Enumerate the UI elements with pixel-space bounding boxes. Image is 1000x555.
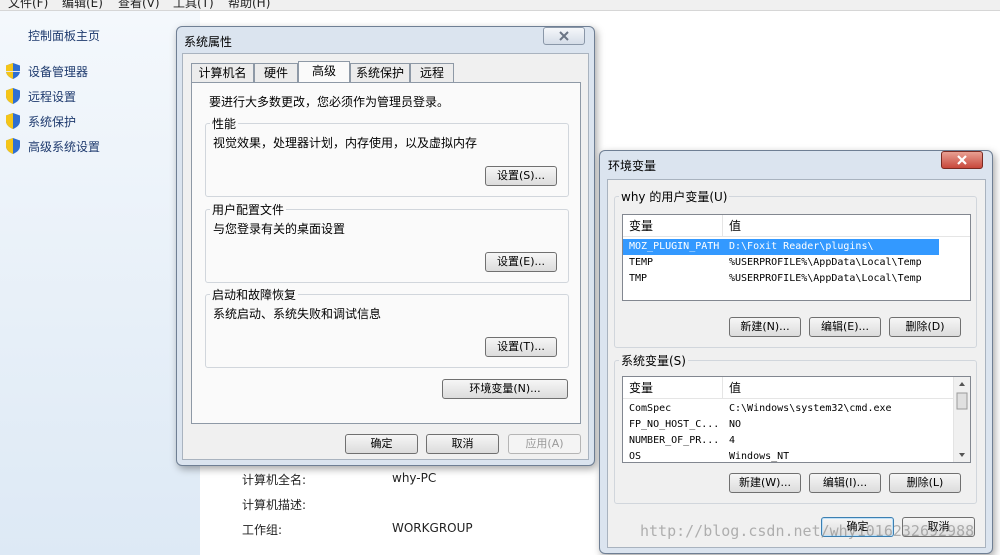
- variable-name: TEMP: [629, 257, 654, 268]
- cancel-button[interactable]: 取消: [426, 434, 499, 454]
- control-panel-sidebar: 控制面板主页 设备管理器 远程设置 系统保护 高级系统设置: [0, 11, 200, 555]
- user-profiles-group: 用户配置文件 与您登录有关的桌面设置 设置(E)...: [205, 201, 569, 283]
- variable-value: %USERPROFILE%\AppData\Local\Temp: [729, 257, 922, 268]
- table-row[interactable]: TEMP %USERPROFILE%\AppData\Local\Temp: [623, 255, 939, 271]
- variable-value: NO: [729, 419, 742, 430]
- admin-shield-icon: [6, 113, 20, 129]
- user-edit-button[interactable]: 编辑(E)...: [809, 317, 881, 337]
- menu-edit[interactable]: 编辑(E): [62, 0, 103, 11]
- column-header-value[interactable]: 值: [723, 215, 970, 237]
- close-icon: [559, 31, 569, 41]
- table-row[interactable]: ComSpec C:\Windows\system32\cmd.exe: [623, 401, 953, 417]
- apply-button[interactable]: 应用(A): [508, 434, 581, 454]
- admin-shield-icon: [6, 63, 20, 79]
- variable-value: D:\Foxit Reader\plugins\: [729, 241, 874, 252]
- tab-computer-name[interactable]: 计算机名: [191, 63, 254, 82]
- user-variables-label: why 的用户变量(U): [619, 188, 730, 205]
- menu-file[interactable]: 文件(F): [8, 0, 48, 11]
- user-profiles-settings-button[interactable]: 设置(E)...: [485, 252, 557, 272]
- performance-settings-button[interactable]: 设置(S)...: [485, 166, 557, 186]
- dialog-body: why 的用户变量(U) 变量 值 MOZ_PLUGIN_PATH D:\Fox…: [607, 179, 986, 548]
- blog-watermark: http://blog.csdn.net/why1016232692988: [640, 522, 975, 540]
- workgroup-label: 工作组:: [242, 523, 283, 537]
- admin-shield-icon: [6, 138, 20, 154]
- user-delete-button[interactable]: 删除(D): [889, 317, 961, 337]
- user-profiles-description: 与您登录有关的桌面设置: [213, 222, 346, 236]
- user-profiles-label: 用户配置文件: [210, 201, 287, 218]
- user-variables-group: why 的用户变量(U) 变量 值 MOZ_PLUGIN_PATH D:\Fox…: [614, 188, 977, 348]
- system-variables-group: 系统变量(S) 变量 值 ComSpec C:\Windows\system32…: [614, 352, 977, 504]
- startup-recovery-label: 启动和故障恢复: [210, 286, 299, 303]
- sidebar-item-remote-settings[interactable]: 远程设置: [28, 88, 76, 105]
- variable-name: MOZ_PLUGIN_PATH: [629, 241, 720, 252]
- tab-system-protection[interactable]: 系统保护: [350, 63, 410, 82]
- dialog-body: 计算机名 硬件 高级 系统保护 远程 要进行大多数更改，您必须作为管理员登录。 …: [182, 53, 589, 460]
- admin-shield-icon: [6, 88, 20, 104]
- system-delete-button[interactable]: 删除(L): [889, 473, 961, 493]
- ok-button[interactable]: 确定: [345, 434, 418, 454]
- startup-recovery-description: 系统启动、系统失败和调试信息: [213, 307, 382, 321]
- tab-remote[interactable]: 远程: [410, 63, 454, 82]
- table-row[interactable]: MOZ_PLUGIN_PATH D:\Foxit Reader\plugins\: [623, 239, 939, 255]
- startup-recovery-settings-button[interactable]: 设置(T)...: [485, 337, 557, 357]
- table-row[interactable]: NUMBER_OF_PR... 4: [623, 433, 953, 449]
- user-variables-list[interactable]: 变量 值 MOZ_PLUGIN_PATH D:\Foxit Reader\plu…: [622, 214, 971, 301]
- variable-name: FP_NO_HOST_C...: [629, 419, 720, 430]
- table-row[interactable]: FP_NO_HOST_C... NO: [623, 417, 953, 433]
- control-panel-home-link[interactable]: 控制面板主页: [28, 27, 100, 44]
- system-variables-list[interactable]: 变量 值 ComSpec C:\Windows\system32\cmd.exe…: [622, 376, 971, 463]
- variable-name: ComSpec: [629, 403, 672, 414]
- performance-group: 性能 视觉效果，处理器计划，内存使用，以及虚拟内存 设置(S)...: [205, 115, 569, 197]
- scrollbar-arrows-icon: [956, 382, 968, 457]
- variable-name: OS: [629, 451, 642, 462]
- admin-note: 要进行大多数更改，您必须作为管理员登录。: [209, 95, 450, 109]
- menu-tools[interactable]: 工具(T): [173, 0, 214, 11]
- performance-label: 性能: [210, 115, 239, 132]
- variable-value: 4: [729, 435, 736, 446]
- sidebar-item-device-manager[interactable]: 设备管理器: [28, 63, 88, 80]
- menu-view[interactable]: 查看(V): [118, 0, 160, 11]
- system-new-button[interactable]: 新建(W)...: [729, 473, 801, 493]
- computer-full-name-value: why-PC: [392, 471, 437, 485]
- system-edit-button[interactable]: 编辑(I)...: [809, 473, 881, 493]
- menu-help[interactable]: 帮助(H): [228, 0, 270, 11]
- advanced-tab-panel: 要进行大多数更改，您必须作为管理员登录。 性能 视觉效果，处理器计划，内存使用，…: [191, 82, 581, 424]
- tab-hardware[interactable]: 硬件: [254, 63, 298, 82]
- computer-full-name-label: 计算机全名:: [242, 473, 307, 487]
- variable-value: C:\Windows\system32\cmd.exe: [729, 403, 892, 414]
- tab-advanced[interactable]: 高级: [298, 61, 350, 82]
- sidebar-item-system-protection[interactable]: 系统保护: [28, 113, 76, 130]
- variable-name: NUMBER_OF_PR...: [629, 435, 720, 446]
- variable-value: Windows_NT: [729, 451, 790, 462]
- column-header-value[interactable]: 值: [723, 377, 954, 399]
- close-icon: [957, 155, 967, 165]
- dialog-title: 系统属性: [184, 35, 233, 49]
- environment-variables-dialog: 环境变量 why 的用户变量(U) 变量 值 MOZ_PLUGIN_PATH D…: [599, 150, 993, 554]
- variable-name: TMP: [629, 273, 648, 284]
- system-variables-label: 系统变量(S): [619, 352, 688, 369]
- workgroup-value: WORKGROUP: [392, 521, 473, 535]
- startup-recovery-group: 启动和故障恢复 系统启动、系统失败和调试信息 设置(T)...: [205, 286, 569, 368]
- vertical-scrollbar[interactable]: [953, 377, 970, 462]
- column-header-variable[interactable]: 变量: [623, 215, 723, 237]
- environment-variables-button[interactable]: 环境变量(N)...: [442, 379, 568, 399]
- menu-bar: 文件(F) 编辑(E) 查看(V) 工具(T) 帮助(H): [0, 0, 1000, 11]
- table-row[interactable]: TMP %USERPROFILE%\AppData\Local\Temp: [623, 271, 939, 287]
- close-button[interactable]: [941, 151, 983, 169]
- system-properties-dialog: 系统属性 计算机名 硬件 高级 系统保护 远程 要进行大多数更改，您必须作为管理…: [176, 26, 595, 466]
- dialog-title: 环境变量: [608, 159, 657, 173]
- performance-description: 视觉效果，处理器计划，内存使用，以及虚拟内存: [213, 136, 478, 150]
- computer-description-label: 计算机描述:: [242, 498, 307, 512]
- sidebar-item-advanced-settings[interactable]: 高级系统设置: [28, 138, 100, 155]
- column-header-variable[interactable]: 变量: [623, 377, 723, 399]
- table-row[interactable]: OS Windows_NT: [623, 449, 953, 462]
- user-new-button[interactable]: 新建(N)...: [729, 317, 801, 337]
- close-button[interactable]: [543, 27, 585, 45]
- variable-value: %USERPROFILE%\AppData\Local\Temp: [729, 273, 922, 284]
